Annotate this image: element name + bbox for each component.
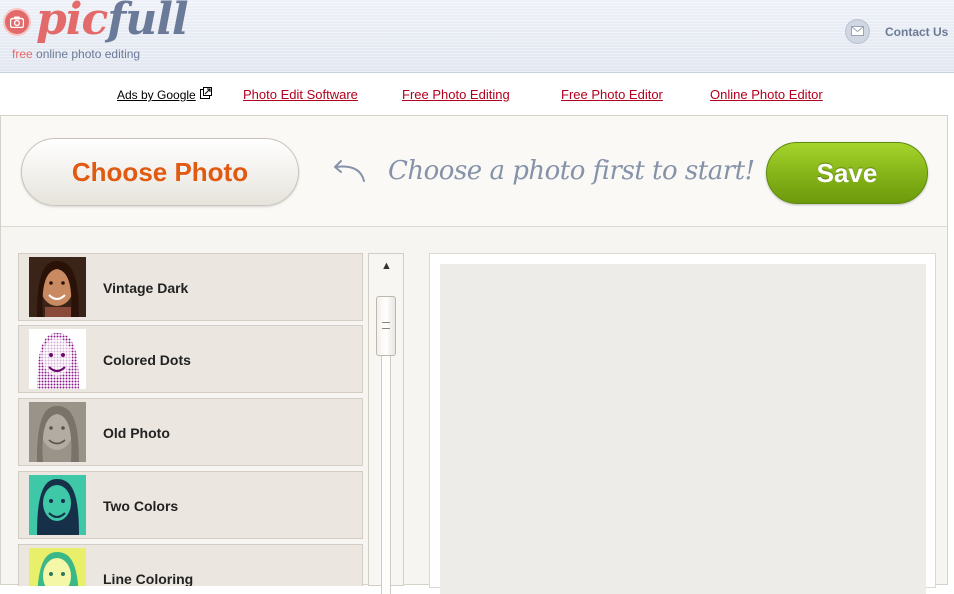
site-header: picfull free online photo editing Contac…: [0, 0, 954, 73]
curved-arrow-icon: [334, 160, 365, 182]
filter-item-line-coloring[interactable]: Line Coloring: [18, 544, 363, 586]
site-tagline: free online photo editing: [12, 47, 140, 61]
filter-item-vintage-dark[interactable]: Vintage Dark: [18, 253, 363, 321]
mail-icon[interactable]: [845, 19, 870, 44]
scroll-track[interactable]: [381, 354, 391, 594]
line-coloring-thumbnail: [29, 548, 86, 586]
choose-photo-button[interactable]: Choose Photo: [21, 138, 299, 206]
ad-link-free-photo-editor[interactable]: Free Photo Editor: [561, 87, 663, 102]
filter-label: Line Coloring: [103, 571, 194, 586]
scroll-thumb[interactable]: [376, 296, 396, 356]
filter-item-two-colors[interactable]: Two Colors: [18, 471, 363, 539]
colored-dots-thumbnail: [29, 329, 86, 389]
tagline-rest: online photo editing: [32, 47, 141, 61]
filter-item-colored-dots[interactable]: Colored Dots: [18, 325, 363, 393]
two-colors-thumbnail: [29, 475, 86, 535]
start-hint: Choose a photo first to start!: [388, 156, 755, 186]
filter-item-old-photo[interactable]: Old Photo: [18, 398, 363, 466]
editor-panel: Choose Photo Choose a photo first to sta…: [0, 115, 948, 594]
filter-label: Vintage Dark: [103, 280, 189, 296]
photo-canvas-frame: [429, 253, 936, 594]
old-photo-thumbnail: [29, 402, 86, 462]
filter-list: Vintage Dark Colored Dots Old Photo Two …: [18, 253, 363, 586]
vintage-dark-thumbnail: [29, 257, 86, 317]
external-link-icon[interactable]: [200, 87, 212, 99]
photo-canvas[interactable]: [440, 264, 926, 594]
filter-label: Old Photo: [103, 425, 170, 441]
save-button[interactable]: Save: [766, 142, 928, 204]
filter-scrollbar[interactable]: ▲: [368, 253, 404, 594]
ad-link-free-photo-editing[interactable]: Free Photo Editing: [402, 87, 510, 102]
logo-pic-text: pic: [36, 0, 108, 45]
logo-full-text: full: [107, 0, 188, 45]
ads-by-google-link[interactable]: Ads by Google: [117, 88, 196, 102]
camera-icon[interactable]: [3, 8, 31, 36]
scroll-up-arrow-icon[interactable]: ▲: [381, 260, 392, 272]
tagline-free: free: [12, 47, 33, 61]
contact-us-link[interactable]: Contact Us: [885, 25, 948, 39]
site-logo[interactable]: picfull: [36, 0, 189, 45]
ad-link-photo-edit-software[interactable]: Photo Edit Software: [243, 87, 358, 102]
filter-label: Two Colors: [103, 498, 179, 514]
editor-toolbar: Choose Photo Choose a photo first to sta…: [1, 116, 947, 227]
ad-link-online-photo-editor[interactable]: Online Photo Editor: [710, 87, 823, 102]
ads-bar: Ads by Google Photo Edit Software Free P…: [0, 73, 954, 115]
filter-label: Colored Dots: [103, 352, 191, 368]
